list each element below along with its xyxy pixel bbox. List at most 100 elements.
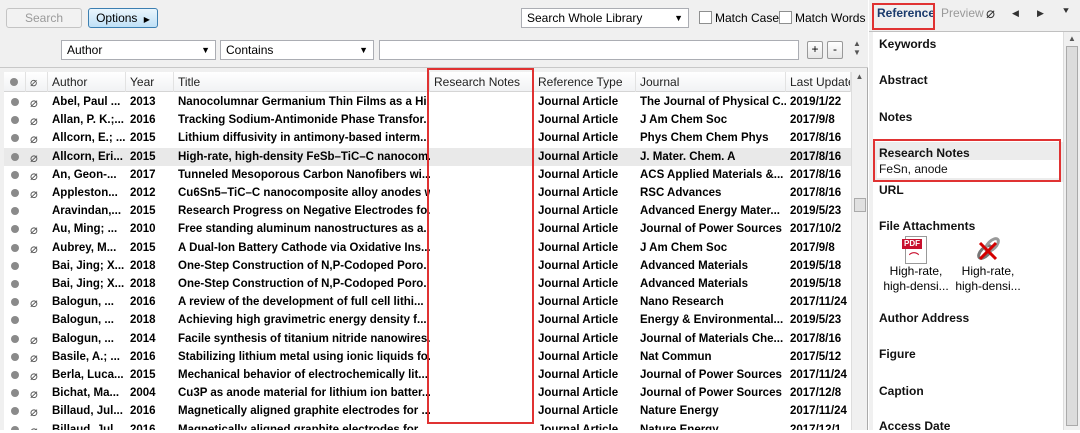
attachment-item-1[interactable]: PDF ⌒ High-rate, high-densi... (879, 236, 953, 294)
journal-cell: ACS Applied Materials &... (640, 168, 784, 181)
field-label-file-attachments: File Attachments (879, 219, 976, 233)
year-cell: 2015 (130, 132, 156, 145)
journal-cell: Journal of Materials Che... (640, 332, 784, 345)
read-status-column-header[interactable] (4, 72, 26, 92)
read-status-dot-icon (11, 334, 19, 343)
year-cell: 2018 (130, 278, 156, 290)
year-cell: 2013 (130, 96, 156, 108)
panel-scrollbar[interactable]: ▲ (1063, 32, 1080, 430)
column-header-last-updated[interactable]: Last Update (786, 72, 851, 92)
match-case-label: Match Case (715, 11, 780, 25)
tab-preview[interactable]: Preview (941, 6, 984, 20)
scroll-up-icon[interactable]: ▲ (852, 72, 867, 81)
author-cell: Aubrey, M... (52, 241, 117, 254)
column-header-author[interactable]: Author (48, 72, 126, 92)
search-scope-select[interactable]: Search Whole Library ▼ (521, 8, 689, 28)
reference-type-cell: Journal Article (538, 241, 619, 254)
author-cell: Au, Ming; ... (52, 223, 118, 236)
scroll-up-icon[interactable]: ▲ (1064, 34, 1080, 43)
journal-cell: Nano Research (640, 296, 724, 309)
paperclip-icon: ⌀ (30, 295, 38, 311)
add-criteria-button[interactable]: + (807, 41, 823, 59)
scroll-thumb[interactable] (854, 198, 866, 212)
attachment-item-2[interactable]: High-rate, high-densi... (951, 236, 1025, 294)
pdf-file-icon: PDF ⌒ (902, 236, 927, 264)
match-case-checkbox[interactable]: Match Case (699, 11, 779, 25)
reference-panel: Reference Preview ⌀ ◀ ▶ ⯆ Keywords Abstr… (869, 0, 1080, 433)
reference-type-cell: Journal Article (538, 350, 619, 363)
table-scrollbar[interactable]: ▲ (851, 72, 867, 430)
reference-type-cell: Journal Article (538, 405, 619, 418)
options-arrow-icon: ▶ (143, 15, 150, 24)
journal-cell: J Am Chem Soc (640, 241, 728, 254)
read-status-dot-icon (11, 425, 19, 430)
match-words-label: Match Words (795, 11, 866, 25)
column-header-title[interactable]: Title (174, 72, 430, 92)
paperclip-icon: ⌀ (30, 422, 38, 430)
field-select[interactable]: Author ▼ (61, 40, 216, 60)
options-label: Options (96, 11, 138, 25)
title-cell: Cu6Sn5–TiC–C nanocomposite alloy anodes … (178, 187, 430, 199)
title-cell: Tunneled Mesoporous Carbon Nanofibers wi… (178, 168, 430, 181)
reference-type-cell: Journal Article (538, 369, 619, 381)
read-status-dot-icon (11, 389, 19, 398)
last-updated-cell: 2017/10/2 (790, 223, 842, 236)
reference-tab-highlight (872, 3, 935, 30)
scroll-thumb[interactable] (1066, 46, 1078, 426)
paperclip-icon: ⌀ (30, 349, 38, 365)
journal-cell: Journal of Power Sources (640, 369, 782, 381)
journal-cell: Nat Commun (640, 350, 712, 363)
reference-type-cell: Journal Article (538, 168, 619, 181)
paperclip-icon: ⌀ (30, 331, 38, 347)
read-status-dot-icon (11, 170, 19, 179)
column-header-journal[interactable]: Journal (636, 72, 786, 92)
year-cell: 2015 (130, 150, 156, 163)
reference-type-cell: Journal Article (538, 223, 619, 236)
year-cell: 2017 (130, 168, 156, 181)
criteria-scroll-icon[interactable]: ▲ ▼ (852, 39, 862, 57)
journal-cell: Advanced Materials (640, 278, 749, 290)
column-header-reference-type[interactable]: Reference Type (534, 72, 636, 92)
year-cell: 2016 (130, 350, 156, 363)
year-cell: 2016 (130, 423, 156, 430)
paperclip-icon: ⌀ (30, 95, 38, 110)
reference-type-cell: Journal Article (538, 423, 619, 430)
year-cell: 2004 (130, 387, 156, 400)
chevron-down-icon: ▼ (359, 45, 368, 55)
panel-menu-icon[interactable]: ⯆ (1062, 6, 1070, 17)
options-button[interactable]: Options ▶ (88, 8, 158, 28)
previous-reference-icon[interactable]: ◀ (1012, 8, 1019, 19)
paperclip-icon[interactable]: ⌀ (986, 4, 995, 22)
journal-cell: Journal of Power Sources (640, 223, 782, 236)
paperclip-icon: ⌀ (30, 222, 38, 238)
chevron-down-icon: ▼ (201, 45, 210, 55)
paperclip-icon: ⌀ (30, 368, 38, 383)
attachment-column-header[interactable]: ⌀ (26, 72, 48, 92)
author-cell: Bai, Jing; X... (52, 278, 125, 290)
author-cell: Billaud, Jul... (52, 405, 123, 418)
year-cell: 2018 (130, 314, 156, 327)
chevron-down-icon: ▼ (674, 13, 683, 23)
last-updated-cell: 2017/11/24 (790, 296, 847, 309)
library-pane: Search Options ▶ Search Whole Library ▼ … (0, 0, 868, 430)
last-updated-cell: 2017/8/16 (790, 150, 842, 163)
author-cell: Aravindan,... (52, 205, 122, 218)
last-updated-cell: 2019/5/23 (790, 205, 842, 218)
paperclip-icon: ⌀ (30, 240, 38, 256)
column-header-year[interactable]: Year (126, 72, 174, 92)
search-input[interactable] (379, 40, 799, 60)
last-updated-cell: 2017/11/24 (790, 405, 847, 418)
journal-cell: Journal of Power Sources (640, 387, 782, 400)
match-words-checkbox[interactable]: Match Words (779, 11, 865, 25)
next-reference-icon[interactable]: ▶ (1037, 8, 1044, 19)
year-cell: 2018 (130, 259, 156, 272)
title-cell: Magnetically aligned graphite electrodes… (178, 405, 430, 418)
read-status-dot-icon (11, 152, 19, 161)
author-cell: Balogun, ... (52, 296, 114, 309)
remove-criteria-button[interactable]: - (827, 41, 843, 59)
search-button[interactable]: Search (6, 8, 82, 28)
author-cell: Bai, Jing; X... (52, 259, 125, 272)
operator-select[interactable]: Contains ▼ (220, 40, 374, 60)
scope-value: Search Whole Library (527, 11, 643, 25)
field-label-caption: Caption (879, 384, 924, 398)
